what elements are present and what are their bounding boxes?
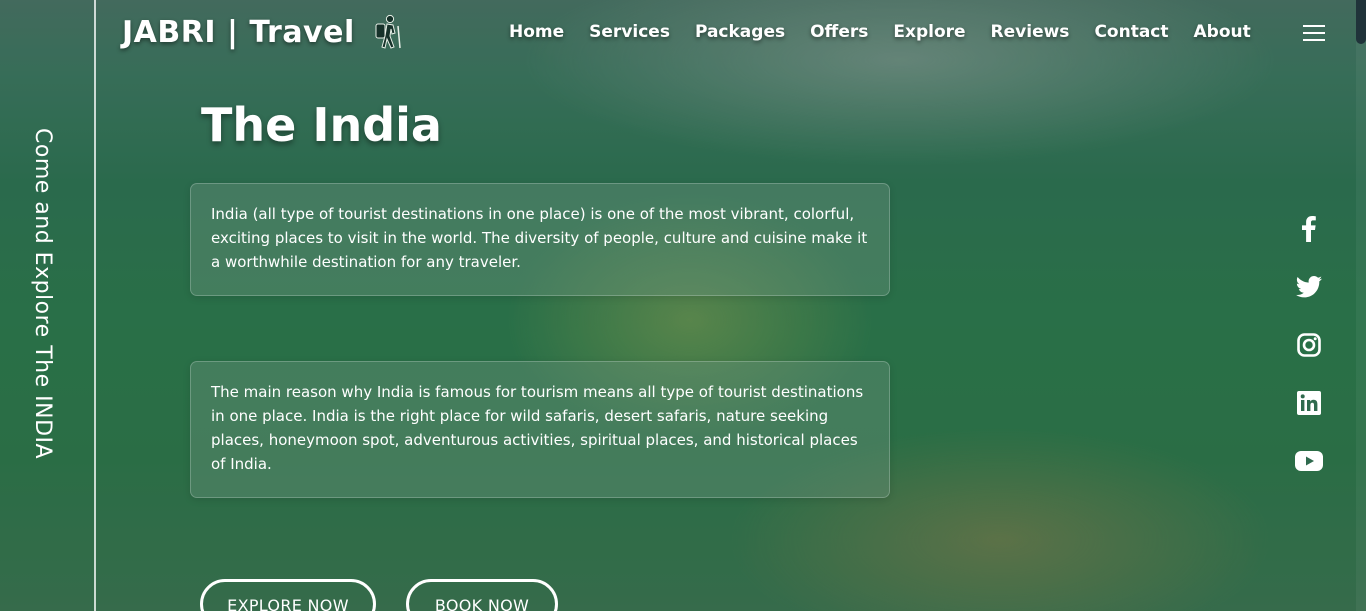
instagram-link[interactable] xyxy=(1286,316,1332,374)
nav-home[interactable]: Home xyxy=(509,22,564,42)
hero-background xyxy=(0,0,1366,611)
side-tagline: Come and Explore The INDIA xyxy=(30,128,55,460)
nav-contact[interactable]: Contact xyxy=(1094,22,1168,42)
brand-name: JABRI | Travel xyxy=(122,14,355,50)
facebook-icon xyxy=(1302,216,1316,242)
reason-paragraph: The main reason why India is famous for … xyxy=(211,383,864,473)
facebook-link[interactable] xyxy=(1286,200,1332,258)
nav-explore[interactable]: Explore xyxy=(893,22,965,42)
hiker-icon xyxy=(375,14,401,49)
intro-paragraph: India (all type of tourist destinations … xyxy=(211,205,868,271)
youtube-icon xyxy=(1295,451,1323,471)
main-nav: Home Services Packages Offers Explore Re… xyxy=(509,22,1251,42)
top-navbar: JABRI | Travel Home Services Packages Of… xyxy=(0,0,1366,70)
instagram-icon xyxy=(1297,333,1321,357)
brand-logo[interactable]: JABRI | Travel xyxy=(122,14,403,50)
linkedin-link[interactable] xyxy=(1286,374,1332,432)
nav-about[interactable]: About xyxy=(1194,22,1251,42)
explore-now-button[interactable]: EXPLORE NOW xyxy=(200,579,376,611)
twitter-icon xyxy=(1296,276,1322,298)
reason-card: The main reason why India is famous for … xyxy=(190,361,890,498)
scrollbar-track[interactable] xyxy=(1356,0,1366,611)
scrollbar-thumb[interactable] xyxy=(1356,0,1366,44)
book-now-button[interactable]: BOOK NOW xyxy=(406,579,558,611)
youtube-link[interactable] xyxy=(1286,432,1332,490)
hamburger-menu-icon[interactable] xyxy=(1303,24,1325,42)
nav-reviews[interactable]: Reviews xyxy=(991,22,1070,42)
intro-card: India (all type of tourist destinations … xyxy=(190,183,890,296)
linkedin-icon xyxy=(1297,391,1321,415)
nav-services[interactable]: Services xyxy=(589,22,670,42)
page-title: The India xyxy=(201,98,442,152)
nav-offers[interactable]: Offers xyxy=(810,22,868,42)
nav-packages[interactable]: Packages xyxy=(695,22,785,42)
side-rail: Come and Explore The INDIA xyxy=(0,0,96,611)
social-links xyxy=(1286,200,1332,490)
twitter-link[interactable] xyxy=(1286,258,1332,316)
